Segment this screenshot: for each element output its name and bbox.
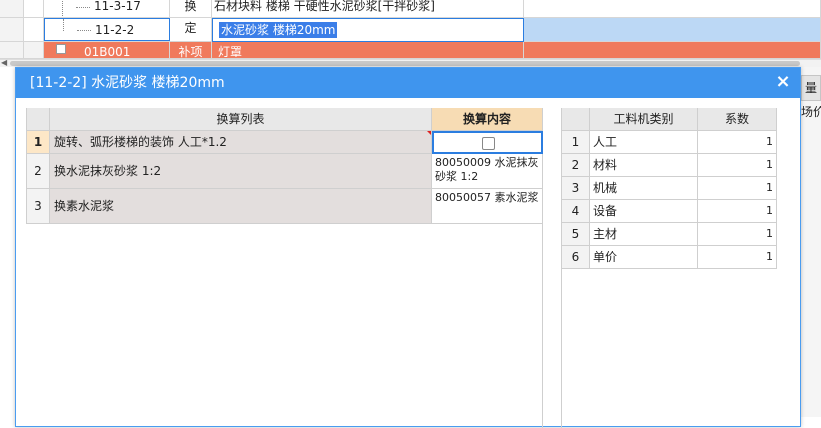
conversion-content-cell[interactable]: [432, 131, 543, 154]
table-row[interactable]: 4 设备 1: [562, 200, 777, 223]
row-name: 灯罩: [212, 42, 524, 58]
row-code: 11-2-2: [95, 23, 135, 37]
table-header-row: 工料机类别 系数: [562, 108, 777, 131]
coefficient-cell[interactable]: 1: [698, 246, 777, 269]
material-type: 材料: [590, 154, 698, 177]
row-number: 3: [26, 189, 50, 224]
column-header-content: 换算内容: [432, 108, 543, 131]
column-header-type: 工料机类别: [590, 108, 698, 131]
table-row[interactable]: 1 旋转、弧形楼梯的装饰 人工*1.2: [26, 131, 543, 154]
conversion-content-cell[interactable]: 80050009 水泥抹灰砂浆 1:2: [432, 154, 543, 189]
column-header-coef: 系数: [698, 108, 777, 131]
row-code: 01B001: [84, 45, 131, 58]
material-type: 单价: [590, 246, 698, 269]
table-header-row: 换算列表 换算内容: [26, 108, 543, 131]
close-icon[interactable]: ×: [772, 70, 794, 94]
coefficient-cell[interactable]: 1: [698, 154, 777, 177]
row-name-editor[interactable]: 水泥砂浆 楼梯20mm: [212, 18, 524, 42]
row-number: 1: [562, 131, 590, 154]
table-row[interactable]: 2 材料 1: [562, 154, 777, 177]
table-row[interactable]: 1 人工 1: [562, 131, 777, 154]
material-coefficient-table: 工料机类别 系数 1 人工 1 2 材料 1 3 机械 1 4 设备 1 5 主…: [561, 108, 777, 428]
table-row[interactable]: 3 机械 1: [562, 177, 777, 200]
conversion-content-cell[interactable]: 80050057 素水泥浆: [432, 189, 543, 224]
table-row[interactable]: 5 主材 1: [562, 223, 777, 246]
dialog-titlebar[interactable]: [11-2-2] 水泥砂浆 楼梯20mm ×: [16, 68, 800, 98]
material-type: 设备: [590, 200, 698, 223]
row-name: 石材块料 楼梯 干硬性水泥砂浆[干拌砂浆]: [212, 0, 524, 17]
row-type: 定: [170, 18, 212, 41]
scroll-left-arrow-icon[interactable]: ◀: [1, 58, 7, 67]
coefficient-cell[interactable]: 1: [698, 131, 777, 154]
conversion-list-table: 换算列表 换算内容 1 旋转、弧形楼梯的装饰 人工*1.2 2 换水泥抹灰砂浆 …: [26, 108, 543, 428]
table-row[interactable]: 11-3-17 换 石材块料 楼梯 干硬性水泥砂浆[干拌砂浆]: [0, 0, 821, 18]
row-number: 4: [562, 200, 590, 223]
row-number: 3: [562, 177, 590, 200]
horizontal-scrollbar[interactable]: ◀: [0, 58, 821, 67]
side-button[interactable]: 量: [801, 75, 821, 101]
row-number: 2: [562, 154, 590, 177]
coefficient-cell[interactable]: 1: [698, 223, 777, 246]
row-type: 补项: [170, 42, 212, 58]
material-type: 人工: [590, 131, 698, 154]
apply-checkbox[interactable]: [482, 137, 495, 150]
table-row[interactable]: 01B001 补项 灯罩: [0, 42, 821, 59]
selected-text[interactable]: 水泥砂浆 楼梯20mm: [219, 22, 338, 38]
conversion-dialog: [11-2-2] 水泥砂浆 楼梯20mm × 换算列表 换算内容 1 旋转、弧形…: [15, 67, 801, 428]
table-row[interactable]: 2 换水泥抹灰砂浆 1:2 80050009 水泥抹灰砂浆 1:2: [26, 154, 543, 189]
row-number: 2: [26, 154, 50, 189]
conversion-name: 换素水泥浆: [50, 189, 432, 224]
conversion-name: 换水泥抹灰砂浆 1:2: [50, 154, 432, 189]
material-type: 机械: [590, 177, 698, 200]
coefficient-cell[interactable]: 1: [698, 177, 777, 200]
material-type: 主材: [590, 223, 698, 246]
row-number: 1: [26, 131, 50, 154]
table-row[interactable]: 6 单价 1: [562, 246, 777, 269]
side-label: 场价: [801, 105, 821, 119]
coefficient-cell[interactable]: 1: [698, 200, 777, 223]
table-row[interactable]: 3 换素水泥浆 80050057 素水泥浆: [26, 189, 543, 224]
dialog-title: [11-2-2] 水泥砂浆 楼梯20mm: [30, 75, 225, 91]
row-number: 5: [562, 223, 590, 246]
conversion-name-text: 旋转、弧形楼梯的装饰 人工*1.2: [54, 135, 227, 149]
row-type: 换: [170, 0, 212, 17]
row-number: 6: [562, 246, 590, 269]
row-code: 11-3-17: [94, 0, 141, 13]
scrollbar-thumb[interactable]: [10, 61, 800, 66]
column-header-list: 换算列表: [50, 108, 432, 131]
checkbox-icon[interactable]: [56, 44, 66, 54]
conversion-name: 旋转、弧形楼梯的装饰 人工*1.2: [50, 131, 432, 154]
